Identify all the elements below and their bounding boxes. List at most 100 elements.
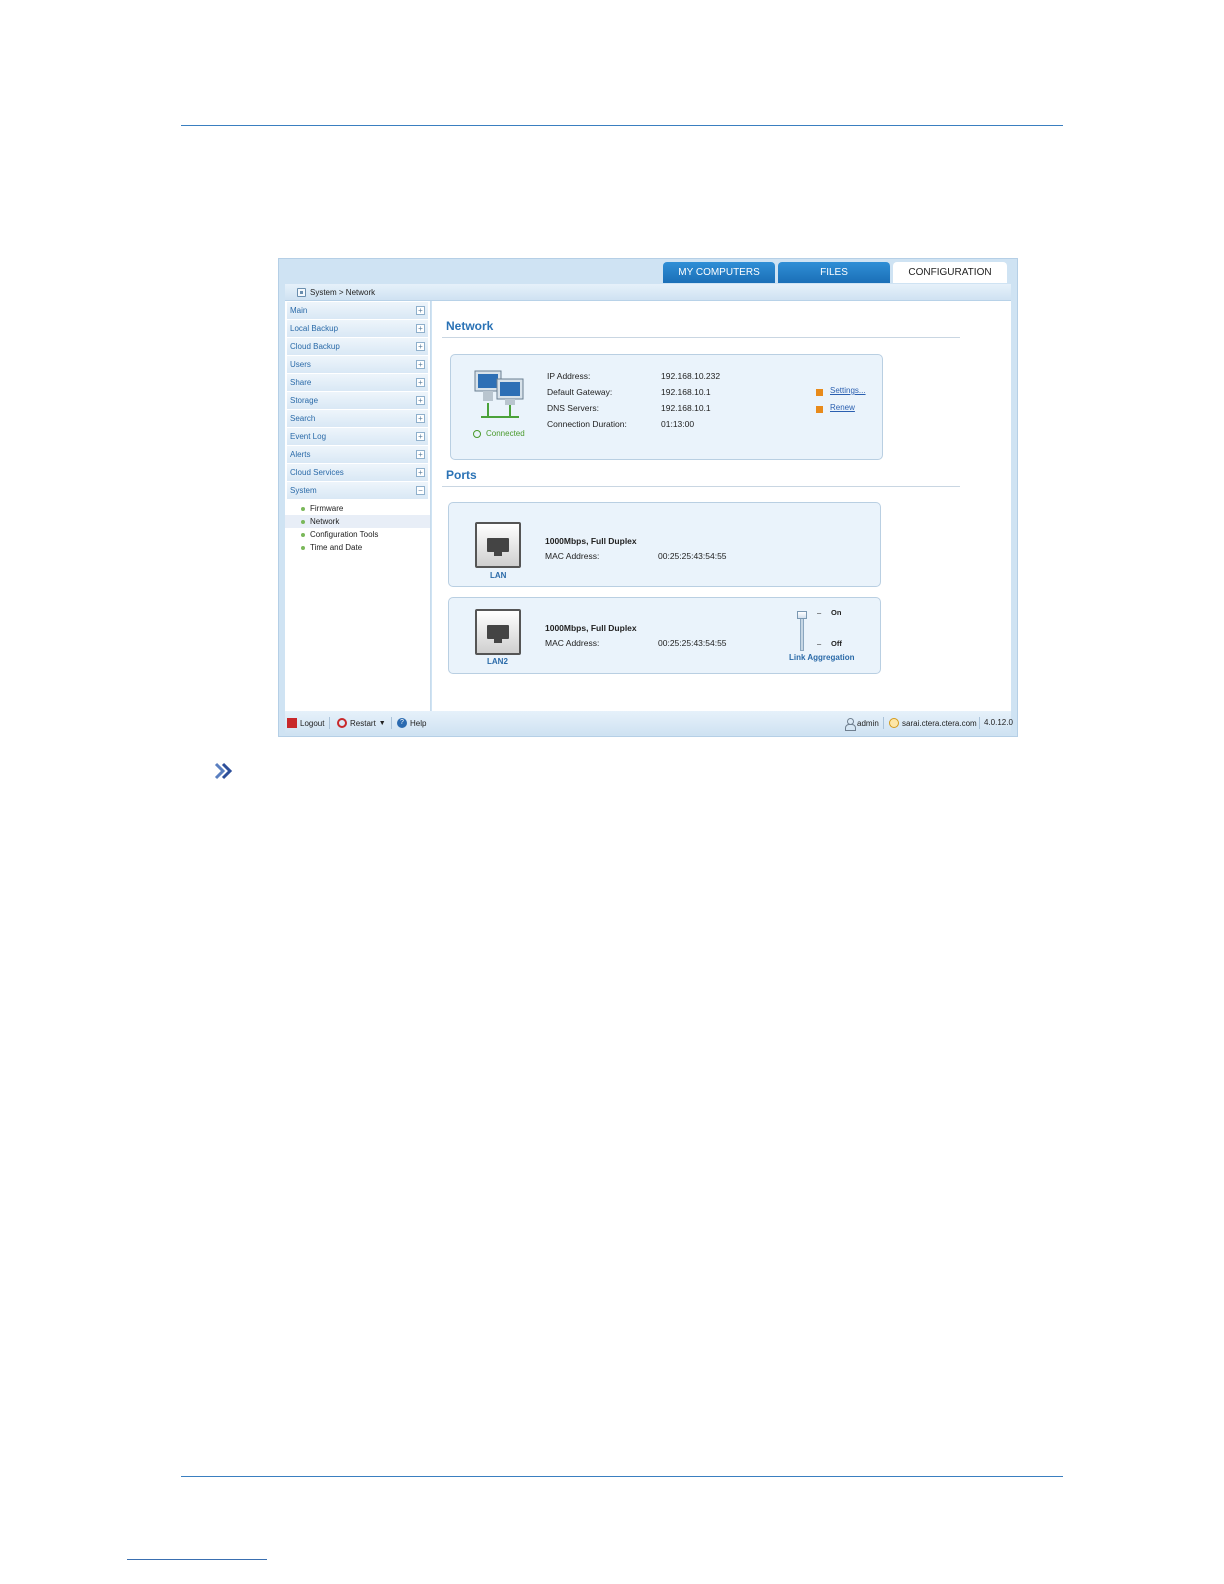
system-submenu: Firmware Network Configuration Tools Tim…: [285, 500, 430, 554]
link-aggregation-on-label: On: [831, 608, 842, 617]
sidebar-item-label: Share: [290, 378, 312, 387]
logout-label: Logout: [300, 718, 325, 728]
tab-configuration[interactable]: CONFIGURATION: [893, 262, 1007, 283]
user-name: admin: [857, 719, 879, 728]
help-button[interactable]: ? Help: [397, 718, 426, 728]
link-aggregation-slider-handle[interactable]: [797, 611, 807, 619]
sidebar-item-label: Cloud Backup: [290, 342, 340, 351]
subitem-label: Network: [310, 517, 340, 526]
sidebar-item-label: Search: [290, 414, 316, 423]
settings-arrow-icon: [816, 389, 823, 396]
screenshot-window: MY COMPUTERS FILES CONFIGURATION System …: [278, 258, 1018, 737]
sidebar-item-event-log[interactable]: Event Log +: [287, 428, 428, 445]
bullet-icon: [301, 506, 305, 511]
connection-status: Connected: [473, 429, 525, 438]
version-label: 4.0.12.0: [984, 718, 1013, 727]
power-icon: [473, 429, 481, 438]
ip-address-value: 192.168.10.232: [661, 371, 721, 381]
default-gateway-value: 192.168.10.1: [661, 387, 711, 397]
expand-icon[interactable]: +: [416, 414, 425, 423]
sidebar-item-label: Cloud Services: [290, 468, 344, 477]
dns-servers-value: 192.168.10.1: [661, 403, 711, 413]
breadcrumb-text: System > Network: [310, 287, 376, 297]
restart-button[interactable]: Restart ▼: [337, 718, 386, 728]
connection-duration-label: Connection Duration:: [547, 419, 627, 429]
ethernet-port-icon: [475, 522, 521, 568]
mac-address-value: 00:25:25:43:54:55: [658, 638, 727, 648]
port-speed: 1000Mbps, Full Duplex: [545, 623, 637, 633]
sidebar-item-search[interactable]: Search +: [287, 410, 428, 427]
separator: [391, 717, 392, 729]
page-header-rule: [181, 125, 1063, 126]
expand-icon[interactable]: +: [416, 450, 425, 459]
network-computers-icon: [474, 370, 524, 418]
restart-icon: [337, 718, 347, 728]
user-icon: [845, 718, 856, 731]
tab-files[interactable]: FILES: [778, 262, 890, 283]
sidebar-item-label: Alerts: [290, 450, 311, 459]
sidebar-item-label: Main: [290, 306, 308, 315]
mac-address-label: MAC Address:: [545, 551, 600, 561]
sidebar-item-cloud-services[interactable]: Cloud Services +: [287, 464, 428, 481]
port-name: LAN: [490, 571, 507, 580]
subitem-label: Configuration Tools: [310, 530, 379, 539]
help-label: Help: [410, 718, 427, 728]
port-panel-lan2: LAN2 1000Mbps, Full Duplex MAC Address: …: [448, 597, 881, 674]
sidebar-item-main[interactable]: Main +: [287, 302, 428, 319]
port-speed: 1000Mbps, Full Duplex: [545, 536, 637, 546]
host-indicator: sarai.ctera.ctera.com: [889, 718, 977, 728]
collapse-icon[interactable]: −: [416, 486, 425, 495]
port-panel-lan: LAN 1000Mbps, Full Duplex MAC Address: 0…: [448, 502, 881, 587]
expand-icon[interactable]: +: [416, 432, 425, 441]
dns-servers-label: DNS Servers:: [547, 403, 599, 413]
sidebar-item-share[interactable]: Share +: [287, 374, 428, 391]
bullet-icon: [301, 532, 305, 537]
note-chevron-icon: [214, 762, 233, 780]
expand-icon[interactable]: +: [416, 378, 425, 387]
expand-icon[interactable]: +: [416, 324, 425, 333]
renew-arrow-icon: [816, 406, 823, 413]
expand-icon[interactable]: +: [416, 360, 425, 369]
sidebar-item-cloud-backup[interactable]: Cloud Backup +: [287, 338, 428, 355]
sidebar-item-system[interactable]: System −: [287, 482, 428, 499]
separator: [979, 717, 980, 729]
connection-duration-value: 01:13:00: [661, 419, 695, 429]
sidebar-subitem-network[interactable]: Network: [285, 515, 430, 528]
network-section-title: Network: [446, 319, 494, 333]
link-aggregation-off-label: Off: [831, 639, 842, 648]
restart-label: Restart: [350, 718, 376, 728]
user-indicator[interactable]: admin: [845, 718, 879, 731]
renew-link[interactable]: Renew: [830, 403, 855, 412]
sidebar-item-storage[interactable]: Storage +: [287, 392, 428, 409]
chevron-down-icon: ▼: [378, 719, 386, 727]
sidebar-subitem-configuration-tools[interactable]: Configuration Tools: [285, 528, 430, 541]
help-icon: ?: [397, 718, 407, 728]
default-gateway-label: Default Gateway:: [547, 387, 613, 397]
expand-icon[interactable]: +: [416, 342, 425, 351]
expand-icon[interactable]: +: [416, 396, 425, 405]
sidebar-item-alerts[interactable]: Alerts +: [287, 446, 428, 463]
section-divider: [442, 486, 960, 487]
sidebar-item-users[interactable]: Users +: [287, 356, 428, 373]
port-name: LAN2: [487, 657, 508, 666]
sidebar-item-label: System: [290, 486, 317, 495]
expand-icon[interactable]: +: [416, 468, 425, 477]
separator: [329, 717, 330, 729]
sidebar-subitem-firmware[interactable]: Firmware: [285, 502, 430, 515]
logout-icon: [287, 718, 297, 728]
sidebar-subitem-time-and-date[interactable]: Time and Date: [285, 541, 430, 554]
bullet-icon: [301, 545, 305, 550]
ethernet-port-icon: [475, 609, 521, 655]
version-indicator: 4.0.12.0: [984, 718, 1013, 727]
sidebar-item-label: Event Log: [290, 432, 327, 441]
home-icon[interactable]: [297, 287, 306, 297]
breadcrumb: System > Network: [285, 284, 1011, 301]
sidebar-item-local-backup[interactable]: Local Backup +: [287, 320, 428, 337]
expand-icon[interactable]: +: [416, 306, 425, 315]
logout-button[interactable]: Logout: [287, 718, 324, 728]
main-content: Network Connected IP Address: 192.168.10…: [432, 301, 1011, 711]
globe-icon: [889, 718, 899, 728]
settings-link[interactable]: Settings...: [830, 386, 866, 395]
ports-section-title: Ports: [446, 468, 477, 482]
tab-my-computers[interactable]: MY COMPUTERS: [663, 262, 775, 283]
